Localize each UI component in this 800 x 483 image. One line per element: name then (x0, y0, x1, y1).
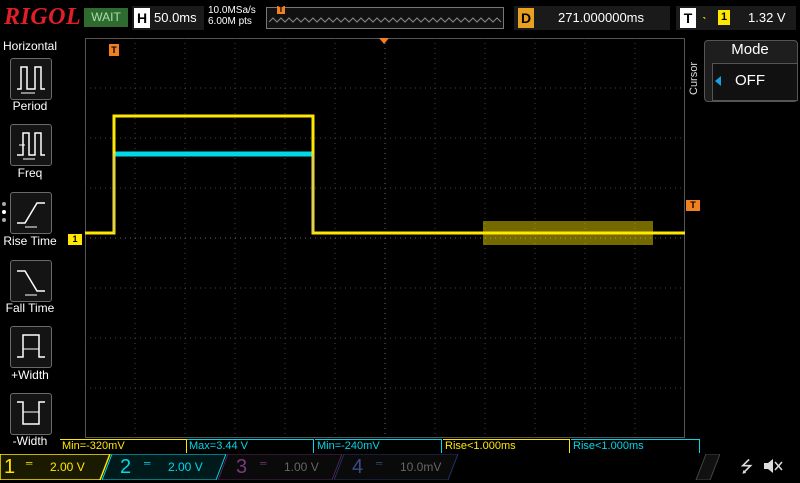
rising-edge-icon: ˴ (702, 8, 707, 24)
timebase-value: 50.0ms (154, 10, 197, 25)
waveform-display[interactable] (85, 38, 685, 438)
page-indicator-dot (2, 202, 6, 206)
measurement-item[interactable]: Rise<1.000ms (571, 439, 700, 453)
trigger-box[interactable]: T ˴ 1 1.32 V (676, 6, 796, 30)
brand-logo: RIGOL (4, 4, 82, 30)
usb-icon: ⭍ (740, 459, 754, 476)
page-indicator-dot (2, 210, 6, 214)
measurement-item[interactable]: Min=-240mV (315, 439, 442, 453)
horizontal-position-marker (379, 38, 389, 44)
sample-info: 10.0MSa/s 6.00M pts (208, 5, 256, 27)
horizontal-timebase-box[interactable]: H 50.0ms (132, 6, 204, 30)
channel-4-number: 4 (352, 456, 364, 478)
rise-time-label: Rise Time (3, 234, 57, 248)
positive-width-button[interactable] (10, 326, 52, 368)
negative-width-button[interactable] (10, 393, 52, 435)
fall-time-icon (17, 270, 45, 296)
trigger-level: 1.32 V (748, 10, 786, 25)
measure-panel-title: Horizontal (2, 39, 58, 53)
ch1-reference-marker[interactable]: 1 (68, 234, 82, 245)
period-label: Period (12, 99, 48, 113)
dc-coupling-icon: ═ (260, 458, 267, 468)
dc-coupling-icon: ═ (376, 458, 383, 468)
selector-arrow-icon (715, 76, 721, 86)
rise-time-icon (17, 202, 45, 228)
channel-4-tab[interactable]: 4 ═ 10.0mV (344, 454, 456, 480)
delay-value: 271.000000ms (558, 10, 645, 25)
delay-box[interactable]: D 271.000000ms (514, 6, 670, 30)
trigger-source: 1 (718, 10, 730, 25)
channel-2-scale: 2.00 V (168, 460, 203, 474)
menu-side-label: Cursor (688, 61, 700, 95)
trigger-level-marker[interactable]: T (686, 200, 700, 211)
channel-1-number: 1 (4, 456, 16, 478)
measurement-item[interactable]: Max=3.44 V (187, 439, 314, 453)
freq-label: Freq (17, 166, 43, 180)
delay-key: D (518, 8, 534, 28)
channel-2-number: 2 (120, 456, 132, 478)
trigger-position-marker[interactable]: T (109, 44, 119, 56)
sample-rate: 10.0MSa/s (208, 5, 256, 16)
trigger-key: T (680, 8, 696, 28)
fall-time-label: Fall Time (5, 301, 55, 315)
measurement-item[interactable]: Min=-320mV (60, 439, 187, 453)
channel-3-number: 3 (236, 456, 248, 478)
channel-4-scale: 10.0mV (400, 460, 442, 474)
dc-coupling-icon: ═ (144, 458, 151, 468)
ch1-noise-band (483, 221, 653, 245)
page-indicator-dot (2, 218, 6, 222)
fall-time-button[interactable] (10, 260, 52, 302)
positive-width-icon (17, 334, 45, 358)
dc-coupling-icon: ═ (26, 458, 33, 468)
memory-depth: 6.00M pts (208, 16, 252, 27)
waveforms (85, 114, 685, 245)
positive-width-label: +Width (11, 368, 49, 382)
cursor-mode-value: OFF (735, 72, 765, 89)
measurement-item[interactable]: Rise<1.000ms (443, 439, 570, 453)
horizontal-key: H (134, 8, 150, 28)
channel-3-scale: 1.00 V (284, 460, 319, 474)
period-button[interactable] (10, 58, 52, 100)
channel-1-tab[interactable]: 1 ═ 2.00 V (0, 454, 110, 480)
channel-3-tab[interactable]: 3 ═ 1.00 V (228, 454, 340, 480)
memory-waveform-preview (268, 17, 502, 23)
memory-trigger-marker: T (277, 5, 285, 14)
channel-1-scale: 2.00 V (50, 460, 85, 474)
negative-width-icon (17, 401, 45, 425)
run-status-badge[interactable]: WAIT (84, 8, 128, 27)
channel-2-tab[interactable]: 2 ═ 2.00 V (112, 454, 224, 480)
frequency-icon (17, 132, 45, 160)
freq-button[interactable] (10, 124, 52, 166)
period-icon (17, 66, 45, 94)
negative-width-label: -Width (12, 434, 48, 448)
cursor-mode-selector[interactable]: OFF (712, 63, 798, 101)
rise-time-button[interactable] (10, 192, 52, 234)
speaker-muted-icon[interactable] (762, 456, 784, 476)
memory-overview-bar: T (266, 5, 504, 29)
cursor-mode-title: Mode (731, 41, 769, 58)
